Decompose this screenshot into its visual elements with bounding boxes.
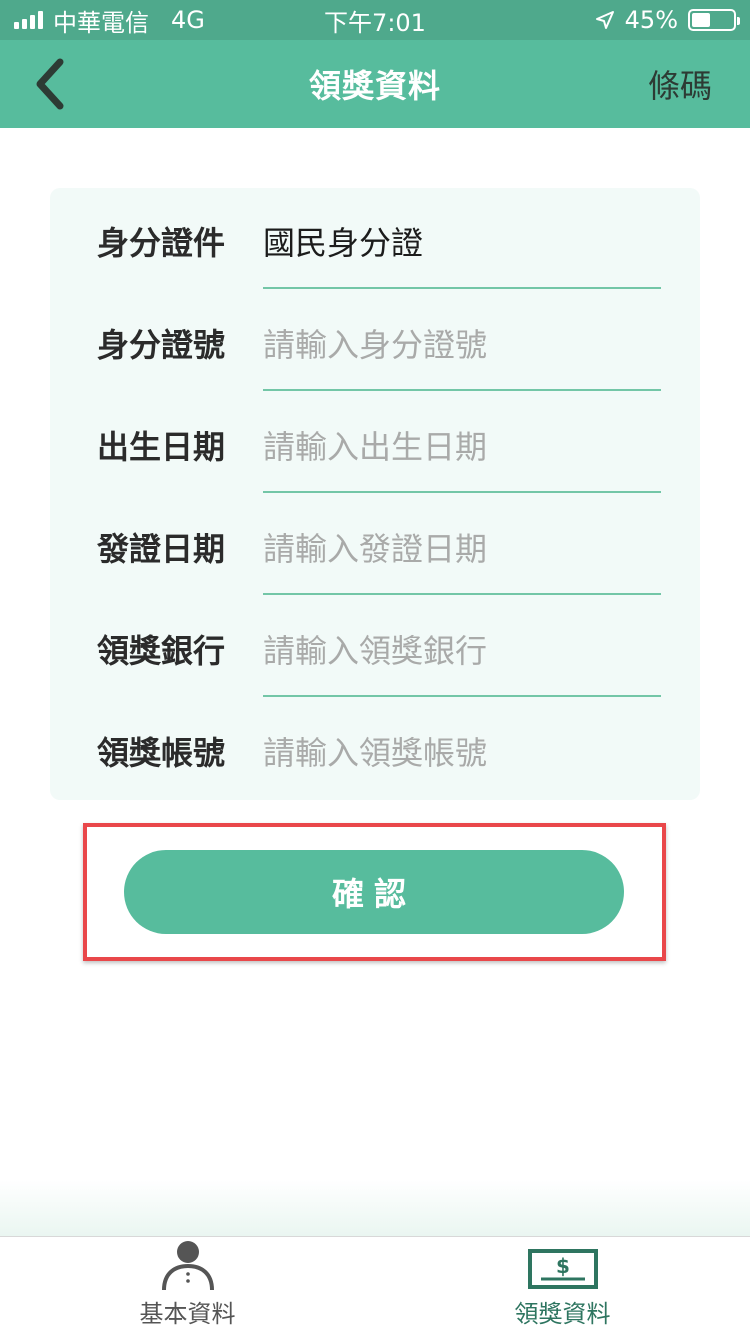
svg-text:$: $ (556, 1254, 570, 1278)
field-label: 身分證號 (97, 326, 226, 364)
network-type: 4G (171, 6, 205, 34)
birth-date-input[interactable]: 請輸入出生日期 (263, 422, 660, 468)
money-bill-icon: $ (527, 1249, 598, 1289)
battery-icon (688, 9, 740, 31)
field-label: 領獎銀行 (97, 632, 226, 670)
field-underline (263, 287, 661, 289)
nav-header: 領獎資料 條碼 (0, 40, 750, 128)
page-title: 領獎資料 (308, 67, 441, 105)
chevron-left-icon (36, 58, 64, 110)
person-icon (161, 1241, 214, 1290)
id-number-input[interactable]: 請輸入身分證號 (263, 320, 660, 366)
signal-icon (14, 11, 43, 29)
tab-label: 領獎資料 (514, 1300, 611, 1328)
status-bar: 中華電信 4G 下午7:01 45% (0, 0, 750, 40)
tab-prize-info[interactable]: $ 領獎資料 (375, 1237, 750, 1334)
confirm-button[interactable]: 確認 (124, 850, 624, 934)
form-row-birth-date: 出生日期 請輸入出生日期 (50, 392, 700, 494)
account-input[interactable]: 請輸入領獎帳號 (263, 728, 660, 774)
form-row-account: 領獎帳號 請輸入領獎帳號 (50, 698, 700, 800)
carrier-name: 中華電信 (53, 8, 149, 37)
prize-info-form: 身分證件 國民身分證 身分證號 請輸入身分證號 出生日期 請輸入出生日期 發證日… (50, 188, 700, 800)
field-underline (263, 695, 661, 697)
status-left: 中華電信 4G (14, 3, 205, 38)
tab-basic-info[interactable]: 基本資料 (0, 1237, 375, 1334)
form-row-bank: 領獎銀行 請輸入領獎銀行 (50, 596, 700, 698)
field-underline (263, 491, 661, 493)
location-arrow-icon (595, 11, 614, 29)
field-underline (263, 389, 661, 391)
field-label: 發證日期 (97, 530, 226, 568)
field-label: 身分證件 (97, 224, 226, 262)
tab-label: 基本資料 (139, 1300, 236, 1328)
field-label: 領獎帳號 (97, 734, 226, 772)
form-row-issue-date: 發證日期 請輸入發證日期 (50, 494, 700, 596)
battery-percent: 45% (624, 6, 678, 34)
tab-bar: 基本資料 $ 領獎資料 (0, 1236, 750, 1334)
id-type-select[interactable]: 國民身分證 (263, 218, 660, 264)
issue-date-input[interactable]: 請輸入發證日期 (263, 524, 660, 570)
back-button[interactable] (30, 54, 90, 114)
field-label: 出生日期 (97, 428, 226, 466)
barcode-button[interactable]: 條碼 (648, 61, 712, 107)
status-right: 45% (595, 6, 740, 34)
field-underline (263, 593, 661, 595)
bottom-fade (0, 1180, 750, 1236)
bank-input[interactable]: 請輸入領獎銀行 (263, 626, 660, 672)
battery-fill (692, 13, 710, 27)
form-row-id-type: 身分證件 國民身分證 (50, 188, 700, 290)
form-row-id-number: 身分證號 請輸入身分證號 (50, 290, 700, 392)
